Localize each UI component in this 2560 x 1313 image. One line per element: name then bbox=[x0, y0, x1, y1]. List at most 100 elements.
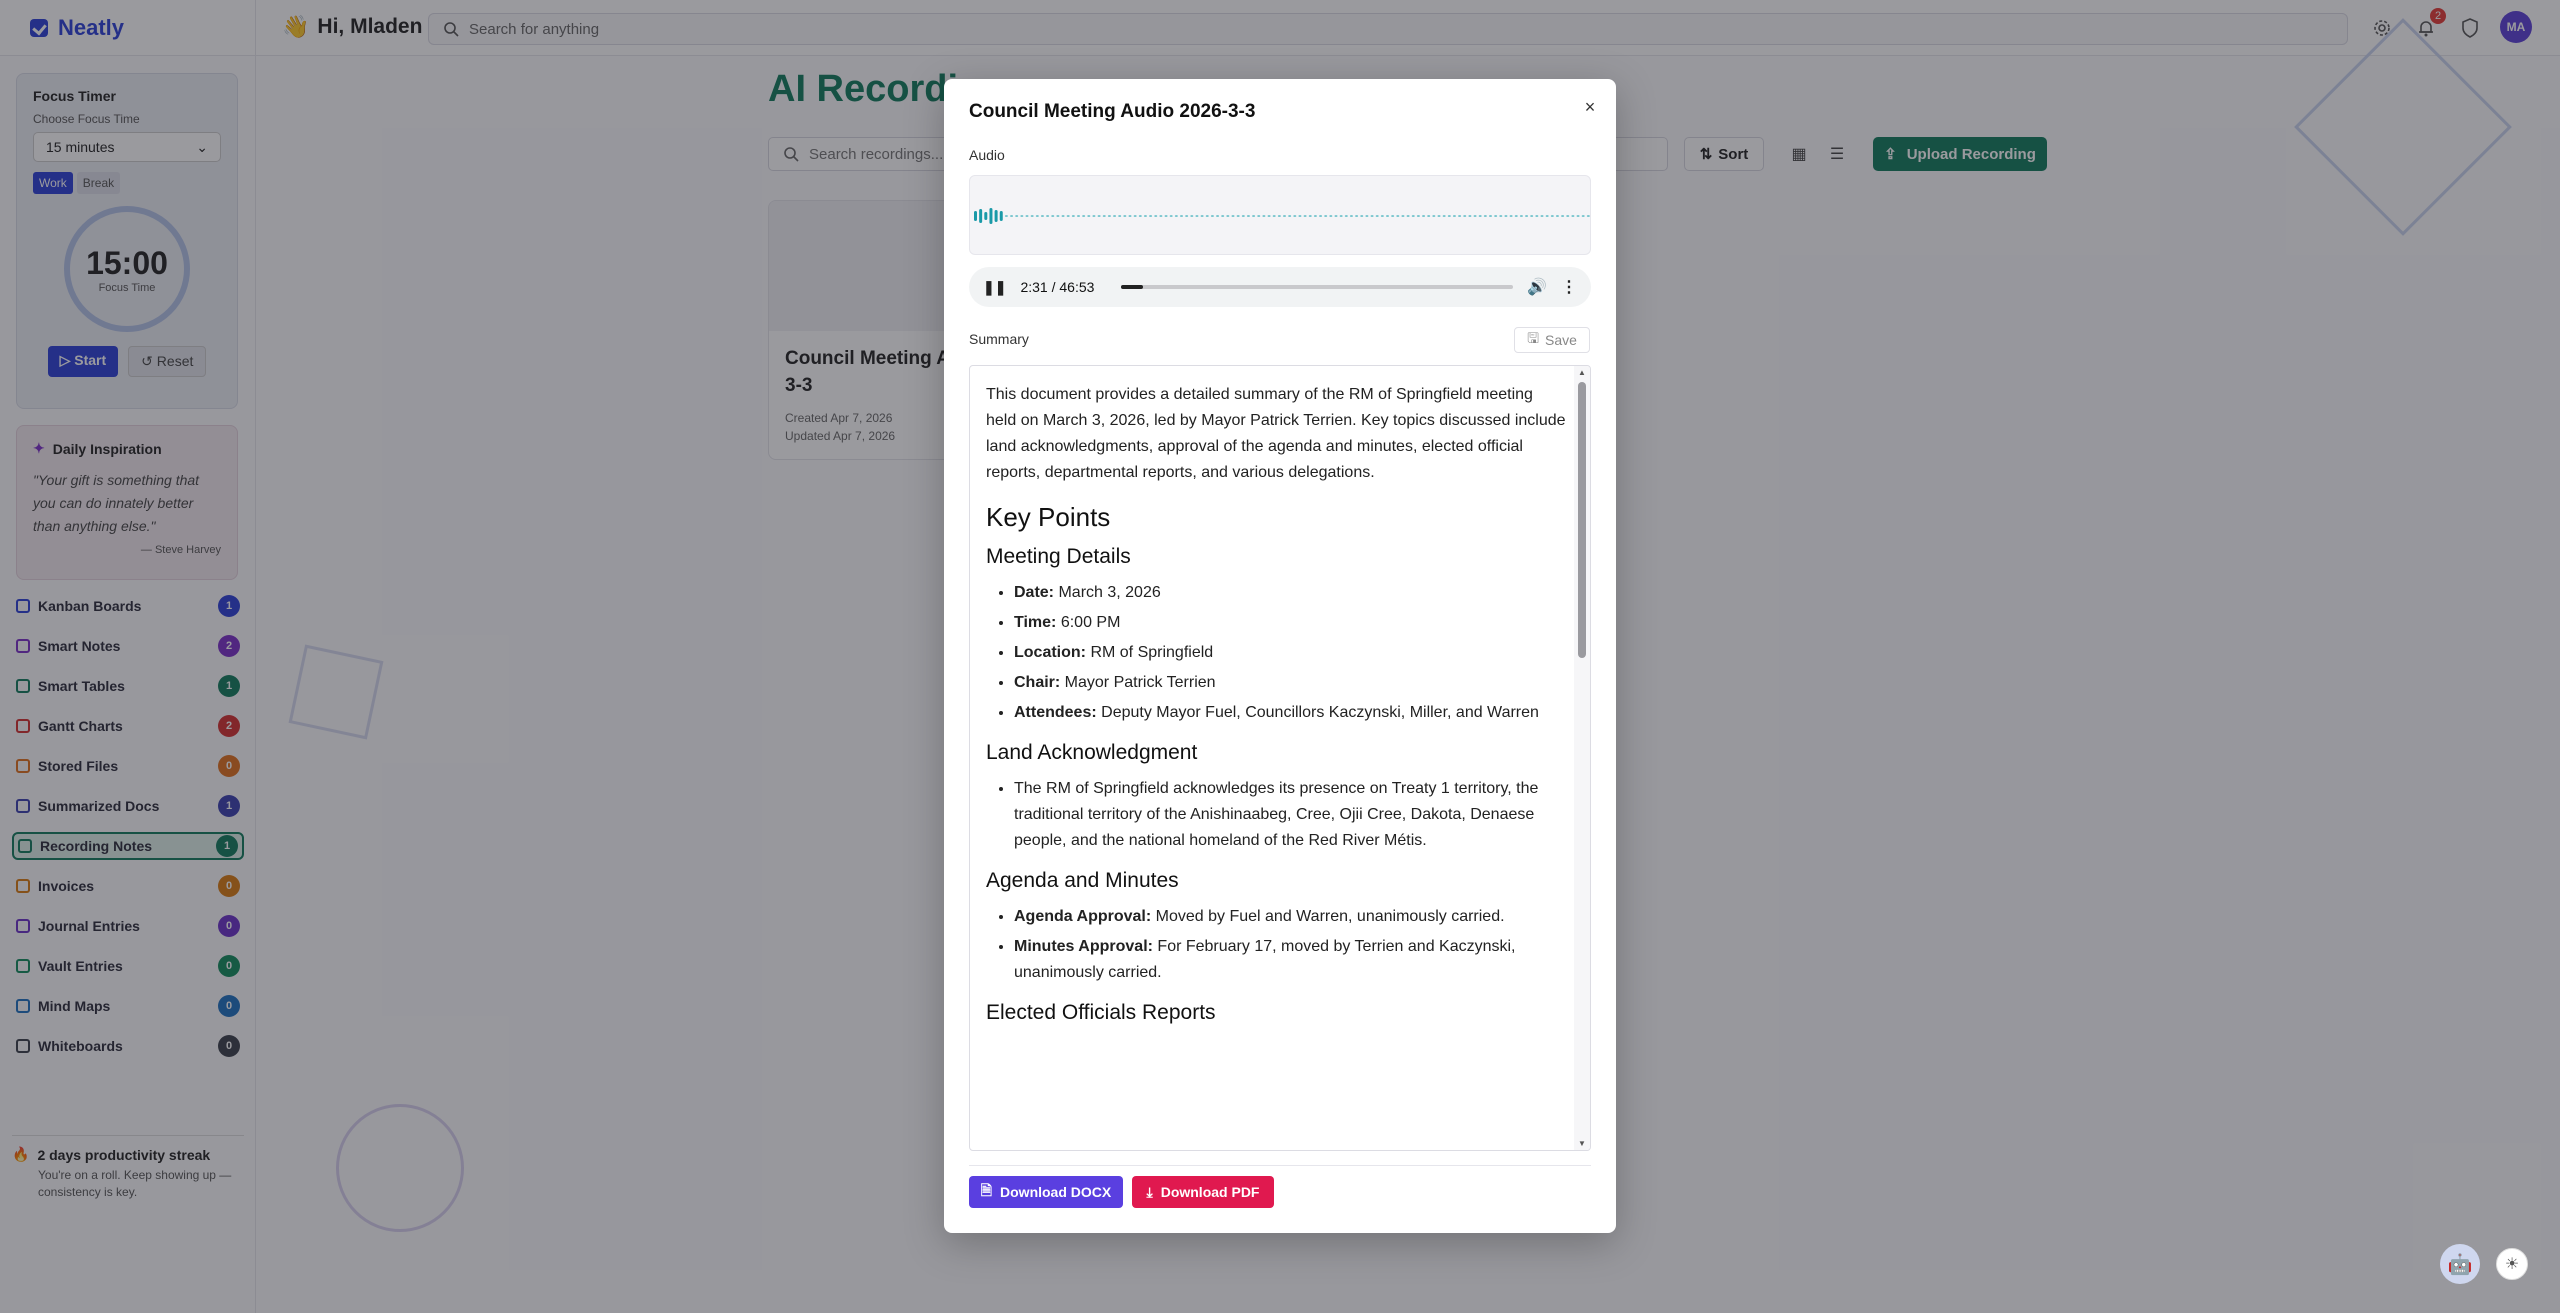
scroll-up-arrow-icon[interactable]: ▲ bbox=[1578, 368, 1586, 377]
waveform-bar bbox=[1004, 215, 1008, 217]
waveform-bar bbox=[1015, 215, 1019, 217]
waveform-bar bbox=[1442, 215, 1446, 217]
close-icon[interactable]: × bbox=[1580, 97, 1600, 117]
waveform-bar bbox=[1504, 215, 1508, 217]
download-docx-button[interactable]: 🗎 Download DOCX bbox=[969, 1176, 1123, 1208]
waveform-bar bbox=[1344, 215, 1348, 217]
audio-label: Audio bbox=[969, 147, 1005, 163]
list-item: Agenda Approval: Moved by Fuel and Warre… bbox=[1014, 904, 1566, 930]
theme-toggle-sun-icon[interactable]: ☀ bbox=[2496, 1248, 2528, 1280]
detail-value: Deputy Mayor Fuel, Councillors Kaczynski… bbox=[1096, 704, 1539, 721]
waveform-bar bbox=[1210, 215, 1214, 217]
waveform-bar bbox=[1066, 215, 1070, 217]
waveform-bar bbox=[1035, 215, 1039, 217]
waveform-bar bbox=[1257, 215, 1261, 217]
waveform-bar bbox=[1190, 215, 1194, 217]
waveform-bar bbox=[1046, 215, 1050, 217]
meeting-details-heading: Meeting Details bbox=[986, 545, 1131, 568]
waveform-bar bbox=[1252, 215, 1256, 217]
waveform-bar bbox=[1174, 215, 1178, 217]
waveform-bar bbox=[1489, 215, 1492, 217]
waveform-bar bbox=[1550, 215, 1554, 217]
waveform-bar bbox=[1525, 215, 1529, 217]
waveform-bar bbox=[1514, 215, 1518, 217]
land-ack-list: The RM of Springfield acknowledges its p… bbox=[1014, 776, 1566, 854]
waveform-bar bbox=[1169, 215, 1173, 217]
detail-value: 6:00 PM bbox=[1056, 614, 1121, 631]
download-pdf-button[interactable]: ⤓ Download PDF bbox=[1132, 1176, 1274, 1208]
waveform-bar bbox=[1535, 215, 1539, 217]
summary-scrollbar[interactable]: ▲ ▼ bbox=[1574, 366, 1590, 1150]
waveform-bar bbox=[1128, 215, 1132, 217]
volume-icon[interactable]: 🔊 bbox=[1527, 277, 1547, 297]
waveform-bar bbox=[1185, 215, 1189, 217]
summary-label: Summary bbox=[969, 331, 1029, 347]
waveform-bar bbox=[989, 208, 993, 224]
waveform-bar bbox=[1566, 215, 1570, 217]
detail-value: Mayor Patrick Terrien bbox=[1060, 674, 1216, 691]
audio-waveform[interactable] bbox=[969, 175, 1591, 255]
agenda-key: Minutes Approval: bbox=[1014, 938, 1153, 955]
elected-officials-heading: Elected Officials Reports bbox=[986, 1001, 1216, 1024]
waveform-bar bbox=[1267, 215, 1271, 217]
waveform-bar bbox=[1411, 215, 1415, 217]
waveform-bar bbox=[1226, 215, 1230, 217]
assistant-icon: 🤖 bbox=[2447, 1253, 2473, 1276]
waveform-bar bbox=[1432, 215, 1436, 217]
waveform-bar bbox=[1555, 215, 1559, 217]
more-options-icon[interactable]: ⋮ bbox=[1561, 277, 1577, 297]
waveform-bar bbox=[1375, 215, 1379, 217]
waveform-bar bbox=[1149, 215, 1153, 217]
recording-modal: Council Meeting Audio 2026-3-3 × Audio ❚… bbox=[944, 79, 1616, 1233]
detail-key: Location: bbox=[1014, 644, 1086, 661]
waveform-bar bbox=[1406, 215, 1410, 217]
pause-icon[interactable]: ❚❚ bbox=[983, 279, 1006, 296]
waveform-bar bbox=[1519, 215, 1523, 217]
waveform-bar bbox=[1339, 215, 1343, 217]
list-item: Minutes Approval: For February 17, moved… bbox=[1014, 934, 1566, 986]
assistant-avatar-button[interactable]: 🤖 bbox=[2440, 1244, 2480, 1284]
waveform-bar bbox=[1262, 215, 1266, 217]
waveform-bar bbox=[1540, 215, 1544, 217]
save-summary-button[interactable]: 🖫 Save bbox=[1514, 327, 1590, 353]
detail-key: Time: bbox=[1014, 614, 1057, 631]
waveform-bar bbox=[1241, 215, 1245, 217]
list-item: Location: RM of Springfield bbox=[1014, 640, 1566, 666]
list-item: Attendees: Deputy Mayor Fuel, Councillor… bbox=[1014, 700, 1566, 726]
summary-content: This document provides a detailed summar… bbox=[986, 382, 1566, 1036]
agenda-key: Agenda Approval: bbox=[1014, 908, 1152, 925]
waveform-bar bbox=[1427, 215, 1431, 217]
waveform-bar bbox=[1154, 215, 1158, 217]
waveform-bar bbox=[1143, 215, 1147, 217]
waveform-bar bbox=[1545, 215, 1549, 217]
waveform-bar bbox=[1308, 215, 1312, 217]
scroll-thumb[interactable] bbox=[1578, 382, 1586, 658]
waveform-bar bbox=[1231, 215, 1235, 217]
document-icon: 🗎 bbox=[980, 1182, 993, 1198]
waveform-bar bbox=[1092, 215, 1096, 217]
waveform-bar bbox=[999, 211, 1003, 221]
waveform-bar bbox=[1458, 215, 1462, 217]
audio-seek-bar[interactable] bbox=[1121, 285, 1514, 289]
scroll-down-arrow-icon[interactable]: ▼ bbox=[1578, 1139, 1586, 1148]
waveform-bar bbox=[1324, 215, 1328, 217]
waveform-bar bbox=[1416, 215, 1420, 217]
land-ack-heading: Land Acknowledgment bbox=[986, 741, 1198, 764]
waveform-bar bbox=[1452, 215, 1456, 217]
waveform-bar bbox=[1365, 215, 1369, 217]
key-points-heading: Key Points bbox=[986, 502, 1111, 532]
summary-editor[interactable]: This document provides a detailed summar… bbox=[969, 365, 1591, 1151]
waveform-bar bbox=[1272, 215, 1276, 217]
waveform-bar bbox=[1581, 215, 1585, 217]
waveform-bar bbox=[1319, 215, 1323, 217]
detail-value: March 3, 2026 bbox=[1054, 584, 1161, 601]
waveform-bar bbox=[1082, 215, 1086, 217]
waveform-bar bbox=[1298, 215, 1302, 217]
download-docx-label: Download DOCX bbox=[1000, 1184, 1112, 1200]
waveform-bar bbox=[1401, 215, 1405, 217]
save-label: Save bbox=[1545, 332, 1577, 348]
waveform-bar bbox=[1422, 215, 1426, 217]
waveform-bar bbox=[1020, 215, 1024, 217]
agenda-list: Agenda Approval: Moved by Fuel and Warre… bbox=[1014, 904, 1566, 986]
waveform-bar bbox=[1386, 215, 1389, 217]
